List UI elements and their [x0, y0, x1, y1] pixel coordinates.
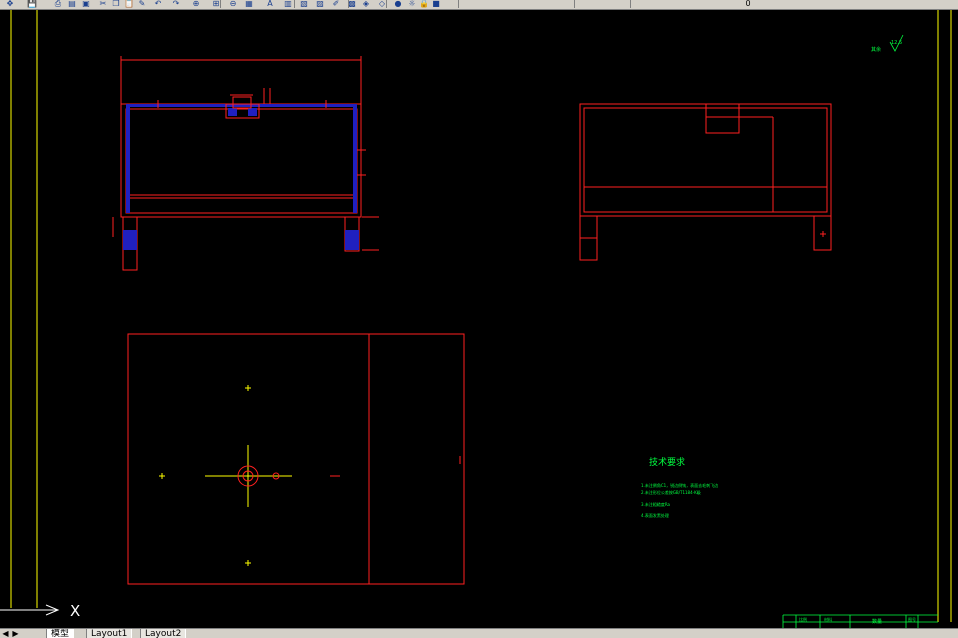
- drawing-canvas[interactable]: 其余 12.5 技术要求 1.未注倒角C1，锐边倒钝，表面去毛刺飞边 2.未注形…: [0, 10, 958, 628]
- text-icon[interactable]: A: [264, 0, 276, 8]
- zoom-realtime-icon[interactable]: ⊕: [190, 0, 202, 8]
- preview-icon[interactable]: ▤: [66, 0, 78, 8]
- color-swatch-icon[interactable]: ■: [430, 0, 442, 8]
- standard-toolbar: ✥ 💾 ⎙ ▤ ▣ ✂ ❐ 📋 ✎ ↶ ↷ ⊕ ⊞ ⊖ ▦ A ▥ ▧ ▨ ✐ ▩ ◈ ◇ ● ☼ 🔒 ■ 0: [0, 0, 958, 10]
- sheet-set-icon[interactable]: ▨: [314, 0, 326, 8]
- ucs-x-label: X: [70, 602, 80, 620]
- layer-icon[interactable]: ◈: [360, 0, 372, 8]
- toolbar-separator: [630, 0, 631, 8]
- drawing-svg: 其余 12.5 技术要求 1.未注倒角C1，锐边倒钝，表面去毛刺飞边 2.未注形…: [0, 10, 952, 628]
- toolbar-separator: [220, 0, 221, 8]
- zoom-previous-icon[interactable]: ⊖: [227, 0, 239, 8]
- sun-icon[interactable]: ☼: [406, 0, 418, 8]
- title-cell-material: 材料: [824, 616, 832, 622]
- notes-line-3: 3.未注粗糙度Ra: [641, 501, 671, 507]
- title-block: 比例 材料 数量 图号: [782, 614, 938, 628]
- lock-icon[interactable]: 🔒: [418, 0, 430, 8]
- bulb-icon[interactable]: ●: [392, 0, 404, 8]
- paste-icon[interactable]: 📋: [123, 0, 135, 8]
- toolbar-separator: [574, 0, 575, 8]
- title-cell-scale: 比例: [799, 616, 807, 622]
- plan-view: [127, 333, 465, 585]
- toolbar-separator: [294, 0, 295, 8]
- roughness-value: 12.5: [891, 40, 902, 46]
- design-center-icon[interactable]: ▥: [282, 0, 294, 8]
- toolbar-separator: [458, 0, 459, 8]
- copy-icon[interactable]: ❐: [110, 0, 122, 8]
- roughness-prefix: 其余: [871, 46, 881, 53]
- roughness-symbol: 其余 12.5: [871, 34, 904, 53]
- toolbar-separator: [348, 0, 349, 8]
- print-icon[interactable]: ⎙: [52, 0, 64, 8]
- title-cell-qty: 数量: [872, 618, 882, 625]
- notes-line-1: 1.未注倒角C1，锐边倒钝，表面去毛刺飞边: [641, 482, 718, 488]
- front-view: [112, 56, 379, 271]
- save-icon[interactable]: 💾: [26, 0, 38, 8]
- undo-icon[interactable]: ↶: [152, 0, 164, 8]
- cut-icon[interactable]: ✂: [97, 0, 109, 8]
- redo-icon[interactable]: ↷: [170, 0, 182, 8]
- technical-notes: 技术要求 1.未注倒角C1，锐边倒钝，表面去毛刺飞边 2.未注形位公差按GB/T…: [641, 456, 718, 518]
- pan-icon[interactable]: ✥: [4, 0, 16, 8]
- side-view: [579, 103, 832, 261]
- toolbar-separator: [386, 0, 387, 8]
- markup-icon[interactable]: ✐: [330, 0, 342, 8]
- notes-line-4: 4.表面发黑处理: [641, 512, 669, 518]
- title-cell-dwg: 图号: [908, 616, 916, 622]
- publish-icon[interactable]: ▣: [80, 0, 92, 8]
- notes-line-2: 2.未注形位公差按GB/T1184-K级: [641, 489, 701, 495]
- notes-title: 技术要求: [649, 456, 685, 468]
- properties-icon[interactable]: ▦: [243, 0, 255, 8]
- match-icon[interactable]: ✎: [136, 0, 148, 8]
- toolbar-trailing-text: 0: [745, 0, 751, 8]
- ucs-icon: X: [0, 602, 80, 620]
- tool-palette-icon[interactable]: ▧: [298, 0, 310, 8]
